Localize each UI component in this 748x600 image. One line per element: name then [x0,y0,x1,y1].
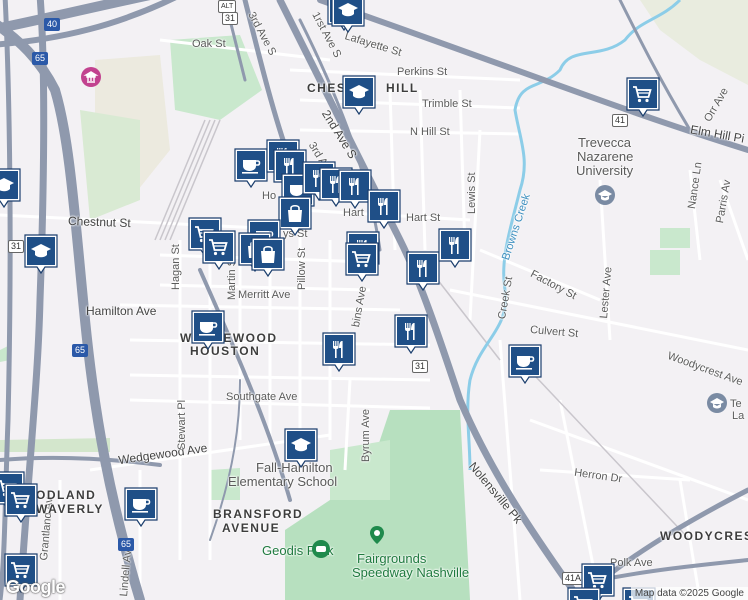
chestnut-hill-right-label: HILL [386,81,419,95]
i40-shield: 40 [44,18,61,31]
bransford-label: BRANSFORD [213,507,304,521]
trevecca-label-2: Nazarene [577,149,634,164]
i65-shield-c: 65 [118,538,135,551]
i65-shield-b: 65 [72,344,89,357]
pillow-st-label: Pillow St [296,247,308,290]
trimble-st-label: Trimble St [422,98,472,110]
ho-label: Ho [262,190,277,202]
cafe-pin-icon[interactable] [233,147,269,189]
us31-shield-c: 31 [412,360,429,373]
oak-st-label: Oak St [192,38,226,50]
school-pin-icon[interactable] [330,0,366,34]
grocery-pin-icon[interactable] [201,229,237,271]
shopping-pin-icon[interactable] [277,195,313,237]
alt-shield: ALT [218,0,237,13]
grocery-pin-icon[interactable] [3,482,39,524]
chestnut-st-label: Chestnut St [67,213,131,231]
restaurant-pin-icon[interactable] [366,188,402,230]
hart-st-label: Hart St [406,212,441,224]
grocery-pin-icon[interactable] [625,76,661,118]
n-hill-st-label: N Hill St [410,126,450,138]
cafe-pin-icon[interactable] [507,343,543,385]
fragment-te-label: Te [730,398,742,410]
school-icon-right[interactable] [706,392,728,414]
fragment-la-label: La [732,410,745,422]
restaurant-pin-icon[interactable] [405,250,441,292]
trevecca-label-1: Trevecca [578,135,631,150]
hagan-st-label: Hagan St [170,244,182,290]
university-icon[interactable] [594,184,616,206]
restaurant-pin-icon[interactable] [393,313,429,355]
speedway-icon[interactable] [366,524,388,546]
avenue-label: AVENUE [222,521,281,535]
fall-hamilton-label-2: Elementary School [228,474,338,489]
school-pin-icon[interactable] [0,167,22,209]
grocery-pin-icon[interactable] [566,586,602,600]
cafe-pin-icon[interactable] [190,309,226,351]
cafe-pin-icon[interactable] [123,486,159,528]
museum-icon[interactable] [80,66,102,88]
grocery-pin-icon[interactable] [344,241,380,283]
restaurant-pin-icon[interactable] [321,331,357,373]
map-copyright: Map data ©2025 Google [630,587,748,600]
hamilton-ave-label: Hamilton Ave [86,304,157,318]
stadium-icon[interactable] [310,538,332,560]
perkins-st-label: Perkins St [397,66,448,78]
fairgrounds-label-2: Speedway Nashville [352,565,470,580]
shopping-pin-icon[interactable] [250,236,286,278]
us31-shield-b: 31 [8,240,25,253]
map-canvas[interactable]: Oak St Lafayette St Perkins St Trimble S… [0,0,748,600]
woodycrest-label: WOODYCREST [660,529,748,543]
school-pin-icon[interactable] [283,427,319,469]
us31-shield-a: 31 [222,12,239,25]
waverly-label: WAVERLY [36,502,104,516]
fairgrounds-label-1: Fairgrounds [357,551,427,566]
merritt-ave-label: Merritt Ave [238,289,291,301]
restaurant-pin-icon[interactable] [437,227,473,269]
byrum-ave-label: Byrum Ave [360,409,372,462]
school-pin-icon[interactable] [341,74,377,116]
i65-shield-a: 65 [32,52,49,65]
lewis-st-label: Lewis St [466,172,478,214]
google-logo: Google [6,577,66,597]
trevecca-label-3: University [576,163,634,178]
school-pin-icon[interactable] [23,233,59,275]
southgate-ave-label: Southgate Ave [226,391,298,403]
woodland-label: ODLAND [36,488,97,502]
stewart-pl-label: Stewart Pl [176,399,188,450]
polk-ave-label: Polk Ave [610,557,653,569]
